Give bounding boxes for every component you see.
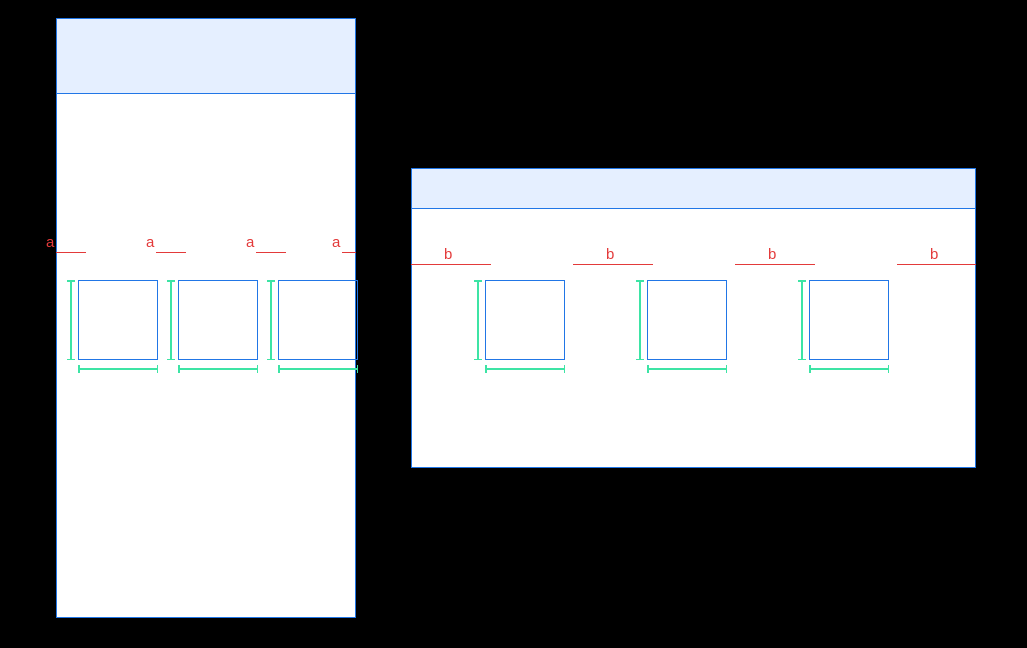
right-box-2-measure-h (647, 368, 727, 370)
right-box-2 (647, 280, 727, 360)
label-line-b-1 (411, 264, 491, 265)
left-box-1 (78, 280, 158, 360)
left-box-3-measure-v (270, 280, 272, 360)
label-a-1: a (46, 234, 54, 251)
left-diagram-header (57, 19, 355, 94)
label-line-b-3 (735, 264, 815, 265)
label-a-3: a (246, 234, 254, 251)
label-line-a-2 (156, 252, 186, 253)
right-box-1-measure-h (485, 368, 565, 370)
left-box-1-measure-v (70, 280, 72, 360)
right-box-3-measure-v (801, 280, 803, 360)
label-b-3: b (768, 246, 776, 263)
label-line-b-2 (573, 264, 653, 265)
left-box-3-measure-h (278, 368, 358, 370)
label-b-4: b (930, 246, 938, 263)
label-b-1: b (444, 246, 452, 263)
label-b-2: b (606, 246, 614, 263)
left-box-2-measure-h (178, 368, 258, 370)
label-a-4: a (332, 234, 340, 251)
label-line-a-4 (342, 252, 356, 253)
right-box-3 (809, 280, 889, 360)
right-box-1-measure-v (477, 280, 479, 360)
label-a-2: a (146, 234, 154, 251)
left-box-1-measure-h (78, 368, 158, 370)
label-line-a-1 (56, 252, 86, 253)
left-box-2-measure-v (170, 280, 172, 360)
right-box-1 (485, 280, 565, 360)
label-line-b-4 (897, 264, 976, 265)
right-box-3-measure-h (809, 368, 889, 370)
left-box-2 (178, 280, 258, 360)
left-box-3 (278, 280, 358, 360)
right-box-2-measure-v (639, 280, 641, 360)
label-line-a-3 (256, 252, 286, 253)
right-diagram-header (412, 169, 975, 209)
